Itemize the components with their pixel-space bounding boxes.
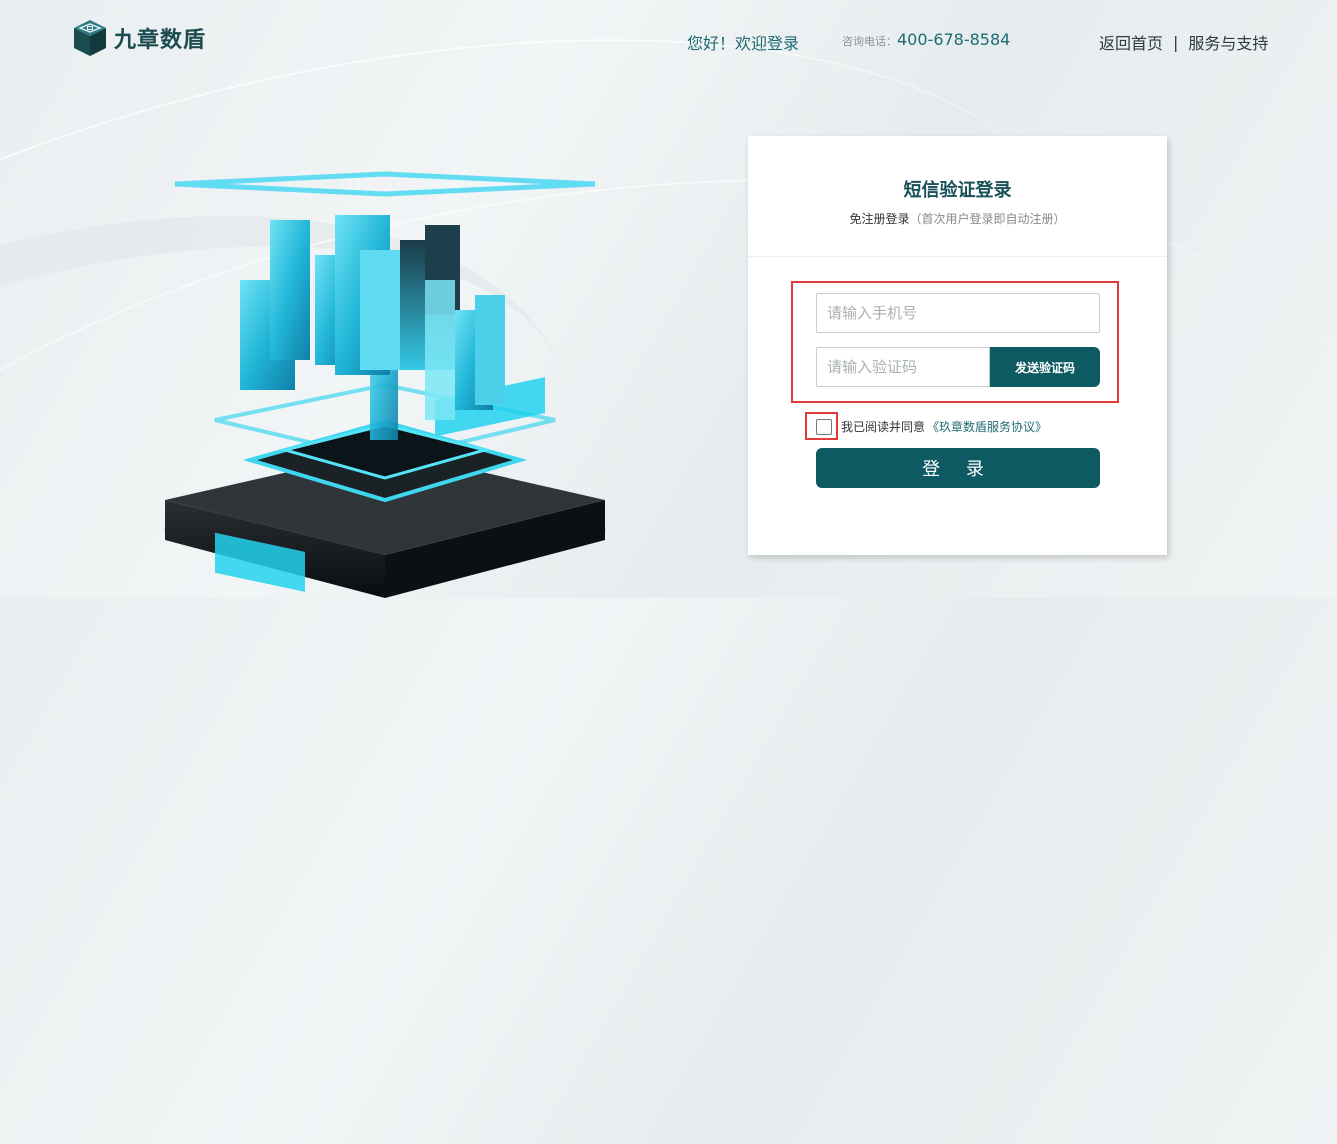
nav-support-link[interactable]: 服务与支持 bbox=[1188, 30, 1268, 54]
login-button[interactable]: 登 录 bbox=[816, 448, 1100, 488]
card-divider bbox=[748, 256, 1167, 257]
login-card: 短信验证登录 免注册登录（首次用户登录即自动注册） 发送验证码 我已阅读并同意 … bbox=[748, 136, 1167, 555]
subtitle-note: （首次用户登录即自动注册） bbox=[909, 212, 1066, 226]
agree-checkbox[interactable] bbox=[816, 418, 832, 435]
header: 九章数盾 您好！欢迎登录 咨询电话：400-678-8584 返回首页 | 服务… bbox=[0, 0, 1337, 80]
logo[interactable]: 九章数盾 bbox=[72, 18, 206, 58]
nav-home-link[interactable]: 返回首页 bbox=[1099, 30, 1163, 54]
phone-input[interactable] bbox=[816, 293, 1100, 333]
data-tower-illustration bbox=[164, 171, 606, 598]
agree-text: 我已阅读并同意 bbox=[841, 420, 926, 434]
phone-number: 400-678-8584 bbox=[897, 30, 1011, 49]
subtitle-main: 免注册登录 bbox=[849, 212, 910, 226]
cube-logo-icon bbox=[74, 20, 106, 56]
logo-text: 九章数盾 bbox=[114, 28, 207, 53]
phone-label: 咨询电话： bbox=[842, 35, 897, 48]
nav-separator: | bbox=[1173, 32, 1179, 52]
login-title: 短信验证登录 bbox=[903, 180, 1012, 201]
contact-phone: 咨询电话：400-678-8584 bbox=[842, 30, 1010, 49]
agreement-row: 我已阅读并同意 《玖章数盾服务协议》 bbox=[816, 418, 1047, 435]
top-nav: 返回首页 | 服务与支持 bbox=[1099, 30, 1268, 54]
send-code-button[interactable]: 发送验证码 bbox=[990, 347, 1100, 387]
login-subtitle: 免注册登录（首次用户登录即自动注册） bbox=[748, 210, 1167, 227]
service-agreement-link[interactable]: 《玖章数盾服务协议》 bbox=[927, 418, 1047, 435]
verification-code-input[interactable] bbox=[816, 347, 990, 387]
welcome-greeting: 您好！欢迎登录 bbox=[687, 34, 800, 53]
